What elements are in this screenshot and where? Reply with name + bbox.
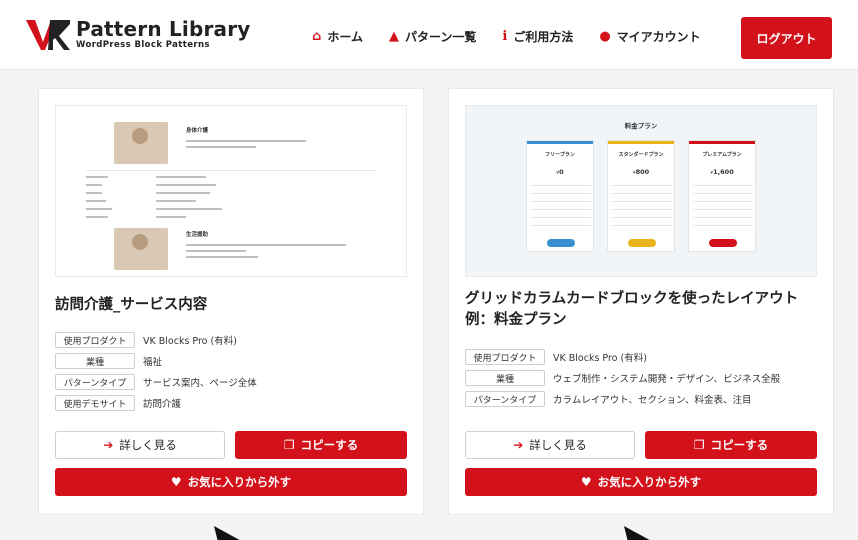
plan-button xyxy=(547,239,575,247)
plan-card: スタンダードプラン ¥800 xyxy=(607,140,675,252)
nav-patterns[interactable]: ▲ パターン一覧 xyxy=(389,28,476,45)
remove-favorite-button[interactable]: ♥ お気に入りから外す xyxy=(465,468,817,496)
detail-button[interactable]: ➔ 詳しく見る xyxy=(55,431,225,459)
meta-key: 業種 xyxy=(55,353,135,369)
meta-key: パターンタイプ xyxy=(465,391,545,407)
remove-favorite-label: お気に入りから外す xyxy=(187,475,292,489)
meta-value: VK Blocks Pro (有料) xyxy=(553,353,647,364)
pattern-title[interactable]: グリッドカラムカードブロックを使ったレイアウト例：料金プラン xyxy=(465,289,819,331)
plan-price: 0 xyxy=(559,168,564,176)
pattern-thumbnail[interactable]: 身体介護 生活援助 xyxy=(55,105,407,277)
logo-subtitle: WordPress Block Patterns xyxy=(76,40,210,50)
heart-icon: ♥ xyxy=(580,475,592,489)
pattern-meta: 使用プロダクト VK Blocks Pro (有料) 業種 ウェブ制作・システム… xyxy=(465,348,819,411)
pattern-list: 身体介護 生活援助 訪問介護_サービス内容 使用プロダクト VK Blocks … xyxy=(0,70,858,540)
nav-home-label: ホーム xyxy=(327,30,363,44)
nav-my-account-label: マイアカウント xyxy=(616,30,701,44)
remove-favorite-button[interactable]: ♥ お気に入りから外す xyxy=(55,468,407,496)
arrow-right-circle-icon: ➔ xyxy=(103,438,114,452)
info-icon: i xyxy=(502,29,508,44)
copy-icon: ❐ xyxy=(693,438,705,452)
meta-key: 使用プロダクト xyxy=(55,332,135,348)
nav-my-account[interactable]: ● マイアカウント xyxy=(599,28,700,45)
meta-row: パターンタイプ カラムレイアウト、セクション、料金表、注目 xyxy=(465,390,819,408)
remove-favorite-label: お気に入りから外す xyxy=(597,475,702,489)
pattern-card: 身体介護 生活援助 訪問介護_サービス内容 使用プロダクト VK Blocks … xyxy=(38,88,424,515)
photo-placeholder xyxy=(114,228,168,270)
plan-card: プレミアムプラン ¥1,600 xyxy=(688,140,756,252)
vk-logo-icon xyxy=(26,20,70,50)
detail-button[interactable]: ➔ 詳しく見る xyxy=(465,431,635,459)
meta-key: 使用プロダクト xyxy=(465,349,545,365)
copy-button[interactable]: ❐ コピーする xyxy=(645,431,817,459)
site-header: Pattern Library WordPress Block Patterns… xyxy=(0,0,858,70)
pattern-card: 料金プラン フリープラン ¥0 スタンダードプラン ¥800 プレミアムプラン … xyxy=(448,88,834,515)
pattern-thumbnail[interactable]: 料金プラン フリープラン ¥0 スタンダードプラン ¥800 プレミアムプラン … xyxy=(465,105,817,277)
copy-button-label: コピーする xyxy=(710,438,769,452)
meta-key: 使用デモサイト xyxy=(55,395,135,411)
nav-usage[interactable]: i ご利用方法 xyxy=(502,28,573,45)
copy-button-label: コピーする xyxy=(300,438,359,452)
detail-button-label: 詳しく見る xyxy=(119,438,177,452)
meta-value: VK Blocks Pro (有料) xyxy=(143,336,237,347)
user-icon: ● xyxy=(599,29,611,44)
meta-key: パターンタイプ xyxy=(55,374,135,390)
pattern-meta: 使用プロダクト VK Blocks Pro (有料) 業種 福祉 パターンタイプ… xyxy=(55,331,409,415)
home-icon: ⌂ xyxy=(312,29,322,44)
main-nav: ⌂ ホーム ▲ パターン一覧 i ご利用方法 ● マイアカウント xyxy=(312,28,727,45)
plan-card: フリープラン ¥0 xyxy=(526,140,594,252)
thumbnail-heading: 生活援助 xyxy=(186,232,209,238)
meta-row: 業種 福祉 xyxy=(55,352,409,370)
shapes-icon: ▲ xyxy=(388,29,399,44)
logout-button[interactable]: ログアウト xyxy=(741,17,832,59)
plan-name: スタンダードプラン xyxy=(618,152,664,158)
meta-value: サービス案内、ページ全体 xyxy=(143,378,257,389)
meta-row: 使用デモサイト 訪問介護 xyxy=(55,394,409,412)
plan-button xyxy=(628,239,656,247)
plan-price: 1,600 xyxy=(713,168,734,176)
meta-row: パターンタイプ サービス案内、ページ全体 xyxy=(55,373,409,391)
plan-price: 800 xyxy=(635,168,650,176)
nav-patterns-label: パターン一覧 xyxy=(404,30,477,44)
nav-usage-label: ご利用方法 xyxy=(513,30,574,44)
meta-row: 使用プロダクト VK Blocks Pro (有料) xyxy=(55,331,409,349)
copy-icon: ❐ xyxy=(283,438,295,452)
photo-placeholder xyxy=(114,122,168,164)
meta-key: 業種 xyxy=(465,370,545,386)
heart-icon: ♥ xyxy=(170,475,182,489)
nav-home[interactable]: ⌂ ホーム xyxy=(312,28,363,45)
detail-button-label: 詳しく見る xyxy=(529,438,587,452)
arrow-right-circle-icon: ➔ xyxy=(513,438,524,452)
site-logo[interactable]: Pattern Library WordPress Block Patterns xyxy=(26,16,251,52)
meta-value: 訪問介護 xyxy=(143,399,182,410)
pattern-title[interactable]: 訪問介護_サービス内容 xyxy=(55,295,409,316)
meta-row: 使用プロダクト VK Blocks Pro (有料) xyxy=(465,348,819,366)
plan-name: プレミアムプラン xyxy=(702,152,742,158)
logo-title: Pattern Library xyxy=(76,17,251,41)
thumbnail-heading: 料金プラン xyxy=(624,122,658,130)
thumbnail-heading: 身体介護 xyxy=(186,128,209,134)
copy-button[interactable]: ❐ コピーする xyxy=(235,431,407,459)
meta-value: カラムレイアウト、セクション、料金表、注目 xyxy=(553,395,752,406)
meta-value: 福祉 xyxy=(143,357,163,368)
plan-name: フリープラン xyxy=(545,152,575,158)
meta-row: 業種 ウェブ制作・システム開発・デザイン、ビジネス全般 xyxy=(465,369,819,387)
plan-button xyxy=(709,239,737,247)
meta-value: ウェブ制作・システム開発・デザイン、ビジネス全般 xyxy=(553,374,781,385)
